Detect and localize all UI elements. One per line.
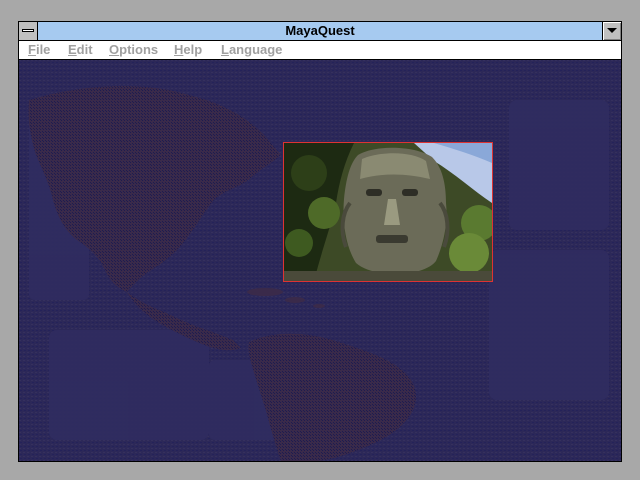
olmec-head-image <box>284 143 492 281</box>
menu-bar: File Edit Options Help Language <box>19 41 621 60</box>
title-bar[interactable]: MayaQuest <box>19 22 621 41</box>
menu-language[interactable]: Language <box>221 41 282 59</box>
window-title: MayaQuest <box>285 23 355 38</box>
desktop: MayaQuest File Edit Options Help Languag… <box>0 0 640 480</box>
menu-edit[interactable]: Edit <box>68 41 93 59</box>
system-menu-button[interactable] <box>19 22 38 40</box>
menu-help[interactable]: Help <box>174 41 202 59</box>
minimize-icon <box>607 28 617 33</box>
menu-file[interactable]: File <box>28 41 50 59</box>
app-window: MayaQuest File Edit Options Help Languag… <box>18 21 622 462</box>
main-view <box>19 60 621 461</box>
stone-head-photo <box>283 142 493 282</box>
menu-options[interactable]: Options <box>109 41 158 59</box>
minimize-button[interactable] <box>602 22 621 40</box>
system-menu-icon <box>22 29 34 32</box>
